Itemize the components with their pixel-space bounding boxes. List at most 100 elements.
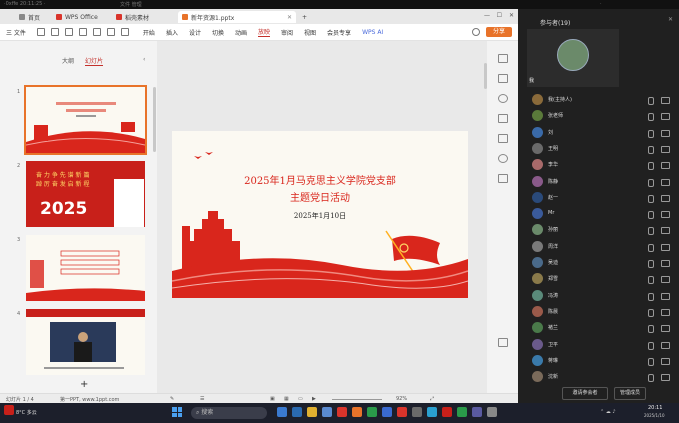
tab-slides[interactable]: 幻灯片 xyxy=(85,56,104,66)
camera-icon[interactable] xyxy=(661,162,670,170)
camera-icon[interactable] xyxy=(661,308,670,316)
task-view-icon[interactable] xyxy=(277,407,287,417)
share-button[interactable]: 分享 xyxy=(486,27,512,37)
camera-icon[interactable] xyxy=(661,325,670,333)
style-icon[interactable] xyxy=(498,54,508,63)
participant-row[interactable]: 孙丽 xyxy=(532,224,672,236)
menu-transition[interactable]: 切换 xyxy=(212,28,224,37)
participant-row[interactable]: 冯涛 xyxy=(532,289,672,302)
microphone-icon[interactable] xyxy=(648,292,654,301)
camera-icon[interactable] xyxy=(661,113,670,121)
microphone-icon[interactable] xyxy=(648,374,654,383)
microphone-icon[interactable] xyxy=(648,325,654,334)
tab-docer[interactable]: 稻壳素材 xyxy=(112,11,176,23)
microphone-icon[interactable] xyxy=(648,162,654,171)
wechat-icon[interactable] xyxy=(367,407,377,417)
slide-thumbnail-4[interactable] xyxy=(26,309,145,375)
tab-presentation[interactable]: 新年资源1.pptx ✕ xyxy=(178,11,296,23)
zoom-level[interactable]: 92% xyxy=(396,396,407,402)
menu-review[interactable]: 审阅 xyxy=(281,28,293,37)
save-icon[interactable] xyxy=(36,28,45,36)
normal-view-icon[interactable]: ▣ xyxy=(270,396,275,402)
redo-icon[interactable] xyxy=(106,28,115,36)
close-window-icon[interactable]: ✕ xyxy=(509,12,514,19)
minimize-icon[interactable]: — xyxy=(484,12,490,19)
canvas-scrollbar[interactable] xyxy=(484,63,487,89)
menu-wps-ai[interactable]: WPS AI xyxy=(362,29,383,36)
export-icon[interactable] xyxy=(78,28,87,36)
menu-member[interactable]: 会员专享 xyxy=(327,28,351,37)
slide-thumbnail-3[interactable] xyxy=(26,235,145,301)
taskbar-search[interactable]: ⌕ 搜索 xyxy=(191,407,267,419)
shape-icon[interactable] xyxy=(498,94,508,103)
app4-icon[interactable] xyxy=(472,407,482,417)
animation-panel-icon[interactable] xyxy=(498,114,508,123)
participant-row[interactable]: 沈新 xyxy=(532,371,672,383)
slide-thumbnail-2[interactable]: 奋 力 争 先 谱 新 篇 踔 厉 奋 发 启 新 程 2025 xyxy=(26,161,145,227)
camera-icon[interactable] xyxy=(661,292,670,300)
participant-row[interactable]: 王明 xyxy=(532,142,672,155)
menu-view[interactable]: 视图 xyxy=(304,28,316,37)
participant-row[interactable]: 卫平 xyxy=(532,338,672,351)
camera-icon[interactable] xyxy=(661,357,670,365)
browser-icon[interactable] xyxy=(427,407,437,417)
microphone-icon[interactable] xyxy=(648,129,654,138)
new-tab-button[interactable]: + xyxy=(298,11,312,23)
participant-row[interactable]: 赵一 xyxy=(532,191,672,204)
history-icon[interactable] xyxy=(472,28,480,36)
app3-icon[interactable] xyxy=(457,407,467,417)
participant-row[interactable]: 陈晨 xyxy=(532,305,672,318)
add-slide-button[interactable]: + xyxy=(80,379,88,390)
clock-time[interactable]: 20:11 xyxy=(648,405,662,411)
microphone-icon[interactable] xyxy=(648,243,654,252)
fit-window-icon[interactable]: ⤢ xyxy=(430,396,434,402)
wps-taskbar-icon[interactable] xyxy=(337,407,347,417)
microphone-icon[interactable] xyxy=(648,113,654,122)
microphone-icon[interactable] xyxy=(648,341,654,350)
menu-slideshow[interactable]: 放映 xyxy=(258,27,271,37)
app-icon[interactable] xyxy=(397,407,407,417)
comments-icon[interactable]: ☰ xyxy=(200,396,204,402)
menu-design[interactable]: 设计 xyxy=(189,28,201,37)
camera-icon[interactable] xyxy=(661,129,670,137)
windows-start-icon[interactable] xyxy=(172,407,182,417)
menu-animation[interactable]: 动画 xyxy=(235,28,247,37)
tab-outline[interactable]: 大纲 xyxy=(62,56,74,65)
participant-row[interactable]: Mr xyxy=(532,208,672,220)
meeting-app-icon[interactable] xyxy=(382,407,392,417)
microphone-icon[interactable] xyxy=(648,145,654,154)
more-icon[interactable] xyxy=(120,28,129,36)
manage-members-button[interactable]: 管理成员 xyxy=(614,387,646,400)
participant-row[interactable]: 周洋 xyxy=(532,240,672,253)
microphone-icon[interactable] xyxy=(648,227,654,236)
layout-icon[interactable] xyxy=(498,134,508,143)
microphone-icon[interactable] xyxy=(648,211,654,220)
reading-view-icon[interactable]: ▭ xyxy=(298,396,303,402)
slide-thumbnail-1[interactable] xyxy=(24,85,147,155)
weather-icon[interactable] xyxy=(4,405,14,415)
edge-icon[interactable] xyxy=(292,407,302,417)
file-explorer-icon[interactable] xyxy=(307,407,317,417)
print-icon[interactable] xyxy=(50,28,59,36)
microphone-icon[interactable] xyxy=(648,178,654,187)
microphone-icon[interactable] xyxy=(648,308,654,317)
invite-button[interactable]: 邀请参会者 xyxy=(562,387,608,400)
camera-icon[interactable] xyxy=(661,145,670,153)
close-panel-icon[interactable]: ✕ xyxy=(668,16,673,23)
maximize-icon[interactable]: ☐ xyxy=(497,12,502,19)
current-slide[interactable]: 2025年1月马克思主义学院党支部 主题党日活动 2025年1月10日 xyxy=(172,131,468,298)
microphone-icon[interactable] xyxy=(648,276,654,285)
participant-row[interactable]: 蒋琳 xyxy=(532,354,672,367)
settings-icon[interactable] xyxy=(412,407,422,417)
sorter-view-icon[interactable]: ▦ xyxy=(284,396,289,402)
camera-icon[interactable] xyxy=(661,374,670,382)
participant-row[interactable]: 褚兰 xyxy=(532,322,672,334)
clock-date[interactable]: 2025/1/10 xyxy=(644,413,665,418)
camera-icon[interactable] xyxy=(661,194,670,202)
ppt-taskbar-icon[interactable] xyxy=(352,407,362,417)
camera-icon[interactable] xyxy=(661,260,670,267)
more-tools-icon[interactable] xyxy=(498,338,508,347)
camera-icon[interactable] xyxy=(661,276,670,284)
properties-icon[interactable] xyxy=(498,74,508,83)
notes-icon[interactable]: ✎ xyxy=(170,396,174,402)
